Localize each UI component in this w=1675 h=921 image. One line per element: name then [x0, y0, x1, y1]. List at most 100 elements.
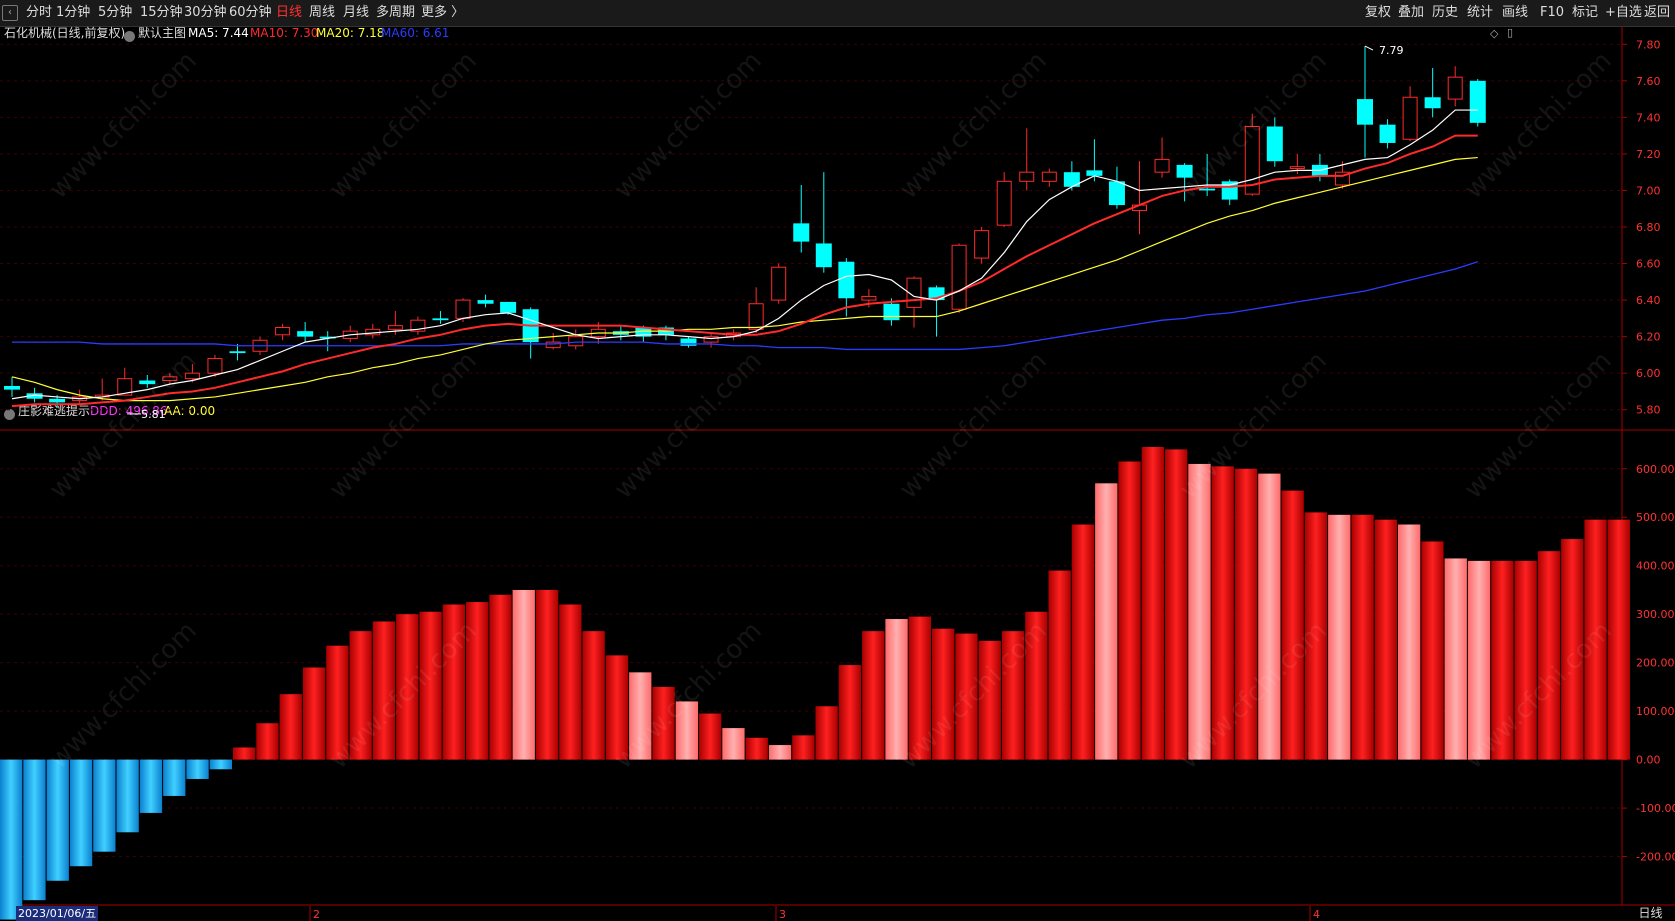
candle-body — [1357, 99, 1373, 125]
candle — [568, 329, 584, 350]
ddd-tick-label: 200.00 — [1636, 657, 1675, 670]
month-label: 2 — [313, 908, 320, 921]
ddd-tick-label: 100.00 — [1636, 705, 1675, 718]
candle — [545, 332, 561, 350]
candle — [815, 172, 832, 273]
ddd-bar — [815, 706, 838, 760]
candle-body — [1086, 170, 1103, 176]
candle — [793, 184, 810, 253]
candle-body — [861, 295, 877, 301]
candle — [72, 389, 88, 405]
candle-body — [1019, 171, 1035, 182]
ddd-bar — [1351, 514, 1374, 760]
watermark: www.cfchi.com — [324, 46, 483, 205]
candle-body — [387, 325, 403, 330]
watermark: www.cfchi.com — [894, 346, 1053, 505]
candle — [748, 287, 764, 333]
ddd-bar — [699, 713, 722, 760]
kline-chart[interactable]: 7.80 7.60 7.40 7.20 7.00 6.80 6.60 6.40 6.20 6.00… — [0, 0, 1675, 921]
candle-body — [1402, 96, 1418, 140]
candle-body — [500, 301, 517, 313]
candle — [951, 243, 967, 313]
ddd-bar — [1071, 524, 1095, 760]
candle — [1379, 119, 1396, 149]
candle-body — [771, 266, 787, 301]
ddd-bar — [69, 759, 93, 867]
candle-body — [1379, 124, 1396, 143]
ddd-tick-label: -200.00 — [1636, 851, 1675, 864]
candle-body — [49, 398, 66, 403]
candle — [906, 276, 922, 328]
candle — [1063, 161, 1080, 191]
ddd-bar — [512, 589, 535, 760]
ddd-bar — [0, 759, 23, 920]
price-tick-label: 7.40 — [1636, 111, 1661, 124]
candle — [410, 316, 426, 335]
candle — [1402, 86, 1418, 142]
candle-body — [703, 336, 719, 343]
ddd-bar — [279, 694, 302, 760]
candle-body — [793, 223, 810, 242]
candle — [365, 323, 381, 339]
candle-body — [1266, 126, 1283, 162]
ddd-bar — [722, 728, 745, 760]
watermark: www.cfchi.com — [324, 346, 483, 505]
ddd-bar — [885, 619, 908, 760]
ddd-bar — [582, 631, 605, 760]
candle — [1154, 137, 1170, 178]
candle-body — [568, 336, 584, 347]
watermark: www.cfchi.com — [44, 46, 203, 205]
ddd-bar — [1421, 541, 1444, 760]
ddd-tick-label: 300.00 — [1636, 608, 1675, 621]
price-tick-label: 6.60 — [1636, 258, 1661, 271]
candle-body — [229, 351, 246, 354]
ddd-bar — [93, 759, 116, 852]
candle — [1108, 166, 1125, 209]
candle-body — [951, 244, 967, 310]
candle-body — [432, 318, 449, 321]
ddd-bar — [1141, 446, 1164, 760]
ddd-bar — [1444, 558, 1467, 760]
ddd-tick-label: 400.00 — [1636, 560, 1675, 573]
candle-body — [477, 300, 494, 304]
price-tick-label: 7.20 — [1636, 148, 1661, 161]
ddd-bar — [139, 759, 163, 813]
watermark: www.cfchi.com — [44, 346, 203, 505]
ddd-bar — [1188, 463, 1211, 760]
ddd-bar — [1258, 473, 1281, 760]
candle-body — [1469, 80, 1486, 123]
candle — [657, 325, 674, 341]
price-tick-label: 7.80 — [1636, 38, 1661, 51]
ddd-bar — [862, 631, 885, 760]
ddd-bar — [1374, 519, 1397, 760]
ddd-bar — [209, 759, 232, 770]
watermark: www.cfchi.com — [1459, 46, 1618, 205]
ddd-bar — [233, 747, 256, 760]
candle-body — [207, 358, 223, 374]
candle-body — [1041, 171, 1057, 182]
candle — [1086, 139, 1103, 182]
candle-body — [883, 303, 900, 321]
ddd-tick-label: 600.00 — [1636, 463, 1675, 476]
candle-body — [1424, 97, 1441, 109]
ddd-bar — [23, 759, 46, 901]
candle-body — [815, 243, 832, 268]
ddd-bar — [256, 723, 279, 760]
month-label: 3 — [779, 908, 786, 921]
candle — [1132, 161, 1147, 235]
period-indicator[interactable]: 日线 — [1626, 905, 1675, 921]
candle — [4, 376, 20, 397]
ddd-bar — [1165, 449, 1188, 760]
candle — [680, 336, 697, 348]
price-tick-label: 7.00 — [1636, 184, 1661, 197]
candle — [1041, 168, 1057, 187]
ddd-tick-label: 0.00 — [1636, 754, 1661, 767]
candle — [297, 322, 314, 343]
watermark: www.cfchi.com — [1459, 346, 1618, 505]
ddd-bar — [1095, 483, 1118, 760]
price-tick-label: 6.00 — [1636, 367, 1661, 380]
ddd-bar — [1118, 461, 1141, 760]
price-tick-label: 5.80 — [1636, 404, 1661, 417]
candle — [996, 172, 1012, 227]
candle — [928, 285, 945, 337]
